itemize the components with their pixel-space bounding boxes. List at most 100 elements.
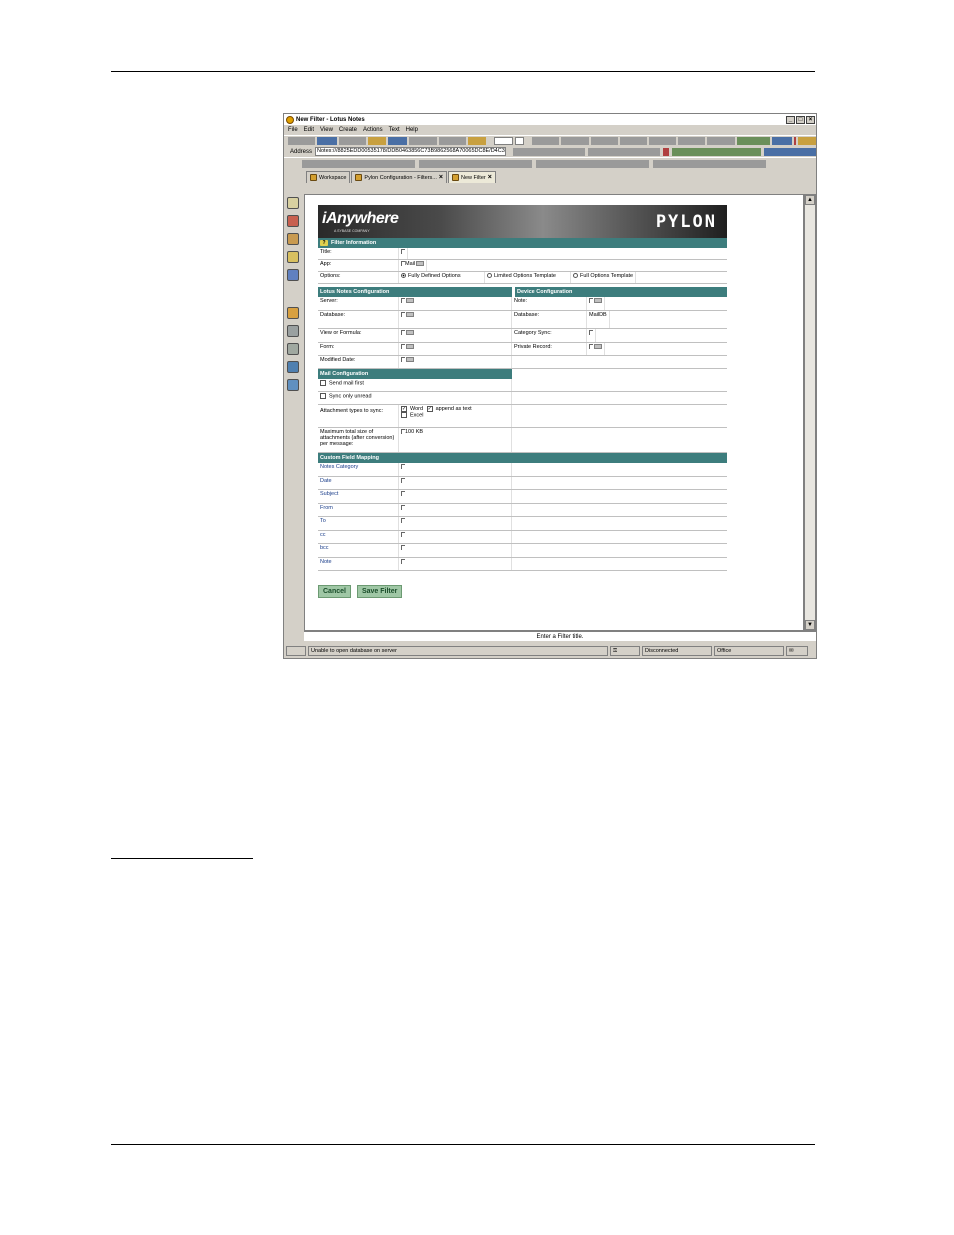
bullets-icon[interactable] xyxy=(649,137,677,145)
minimize-button[interactable]: _ xyxy=(786,115,795,124)
mapping-date[interactable]: Date xyxy=(318,476,399,489)
tab-pylon-configuration[interactable]: Pylon Configuration - Filters... × xyxy=(351,171,447,183)
mapping-field[interactable] xyxy=(399,557,512,570)
spellcheck-icon[interactable] xyxy=(793,137,797,145)
mail-bookmark-icon[interactable] xyxy=(287,197,299,209)
mapping-field[interactable] xyxy=(399,530,512,543)
numbering-icon[interactable] xyxy=(678,137,706,145)
menu-help[interactable]: Help xyxy=(406,127,418,133)
scroll-up-icon[interactable]: ▲ xyxy=(805,195,815,205)
mapping-field[interactable] xyxy=(399,517,512,530)
dropdown-icon[interactable] xyxy=(406,312,414,318)
history-bookmark-icon[interactable] xyxy=(287,361,299,373)
mapping-field[interactable] xyxy=(399,544,512,557)
option-fully-defined[interactable]: Fully Defined Options xyxy=(399,272,485,283)
inbox-icon[interactable]: ✉ xyxy=(786,645,808,656)
dropdown-icon[interactable] xyxy=(406,330,414,336)
dropdown-icon[interactable] xyxy=(406,298,414,304)
paste-icon[interactable] xyxy=(467,137,486,145)
mapping-note[interactable]: Note xyxy=(318,557,399,570)
max-size-field[interactable]: 100 KB xyxy=(399,428,512,452)
send-mail-first-checkbox[interactable]: Send mail first xyxy=(318,379,512,391)
menu-view[interactable]: View xyxy=(320,127,333,133)
address-input[interactable]: Notes:///8825EDD00535178/DDB0463856C73B9… xyxy=(315,147,507,156)
mapping-to[interactable]: To xyxy=(318,517,399,530)
attach-icon[interactable] xyxy=(367,137,386,145)
scroll-down-icon[interactable]: ▼ xyxy=(805,620,815,630)
append-as-text-checkbox[interactable]: ✓ append as text xyxy=(426,406,472,412)
mapping-from[interactable]: From xyxy=(318,503,399,516)
category-sync-field[interactable] xyxy=(587,329,596,342)
menu-actions[interactable]: Actions xyxy=(363,127,383,133)
mapping-subject[interactable]: Subject xyxy=(318,490,399,503)
server-field[interactable] xyxy=(399,297,512,310)
back-icon[interactable] xyxy=(513,147,586,156)
app-field[interactable]: Mail xyxy=(399,260,428,271)
menu-edit[interactable]: Edit xyxy=(304,127,314,133)
dropdown-icon[interactable] xyxy=(594,344,602,350)
bold-icon[interactable] xyxy=(532,137,560,145)
vertical-scrollbar[interactable]: ▲ ▼ xyxy=(804,194,816,631)
action-icon-3[interactable] xyxy=(536,159,649,168)
internet-bookmark-icon[interactable] xyxy=(287,379,299,391)
more-bookmarks-icon[interactable] xyxy=(287,343,299,355)
save-icon[interactable] xyxy=(317,137,337,145)
maximize-button[interactable]: □ xyxy=(796,115,805,124)
excel-checkbox[interactable]: Excel xyxy=(401,412,509,419)
status-text[interactable]: Unable to open database on server xyxy=(308,645,608,656)
mapping-cc[interactable]: cc xyxy=(318,530,399,543)
close-tab-icon[interactable]: × xyxy=(439,174,443,181)
todo-bookmark-icon[interactable] xyxy=(287,251,299,263)
forward-icon[interactable] xyxy=(588,147,661,156)
mapping-field[interactable] xyxy=(399,476,512,489)
title-field[interactable] xyxy=(399,248,408,259)
form-field[interactable] xyxy=(399,343,512,355)
font-combo[interactable] xyxy=(493,137,514,145)
dropdown-icon[interactable] xyxy=(406,344,414,350)
new-icon[interactable] xyxy=(288,137,316,145)
databases-bookmark-icon[interactable] xyxy=(287,325,299,337)
help-icon[interactable]: ? xyxy=(320,240,328,246)
action-icon-2[interactable] xyxy=(419,159,532,168)
print-icon[interactable] xyxy=(338,137,366,145)
cut-icon[interactable] xyxy=(409,137,437,145)
indent-icon[interactable] xyxy=(707,137,735,145)
mapping-field[interactable] xyxy=(399,490,512,503)
italic-icon[interactable] xyxy=(561,137,589,145)
option-full-template[interactable]: Full Options Template xyxy=(571,272,637,283)
search-icon[interactable] xyxy=(764,147,817,156)
save-filter-button[interactable]: Save Filter xyxy=(356,585,403,598)
mapping-field[interactable] xyxy=(399,463,512,476)
modified-date-field[interactable] xyxy=(399,356,512,368)
align-center-icon[interactable] xyxy=(619,137,648,145)
option-limited-template[interactable]: Limited Options Template xyxy=(485,272,571,283)
size-combo[interactable] xyxy=(515,137,525,145)
tab-new-filter[interactable]: New Filter × xyxy=(447,171,496,183)
favorites-bookmark-icon[interactable] xyxy=(287,307,299,319)
mapping-bcc[interactable]: bcc xyxy=(318,544,399,557)
mapping-notes-category[interactable]: Notes Category xyxy=(318,463,399,476)
menu-create[interactable]: Create xyxy=(339,127,357,133)
note-field[interactable] xyxy=(587,297,605,310)
properties-icon[interactable] xyxy=(798,137,817,145)
close-button[interactable]: × xyxy=(806,115,815,124)
close-tab-icon[interactable]: × xyxy=(488,174,492,181)
view-formula-field[interactable] xyxy=(399,329,512,342)
stop-icon[interactable] xyxy=(663,147,670,156)
location-status[interactable]: Office xyxy=(714,645,784,656)
connection-status[interactable]: Disconnected xyxy=(642,645,712,656)
tab-workspace[interactable]: Workspace xyxy=(306,171,351,183)
mapping-field[interactable] xyxy=(399,503,512,516)
database-field[interactable] xyxy=(399,311,512,328)
dropdown-icon[interactable] xyxy=(406,357,414,363)
address-book-bookmark-icon[interactable] xyxy=(287,233,299,245)
replicator-bookmark-icon[interactable] xyxy=(287,269,299,281)
table-icon[interactable] xyxy=(736,137,771,145)
calendar-bookmark-icon[interactable] xyxy=(287,215,299,227)
copy-icon[interactable] xyxy=(438,137,466,145)
sync-only-unread-checkbox[interactable]: Sync only unread xyxy=(318,392,512,404)
action-icon-1[interactable] xyxy=(302,159,415,168)
key-icon[interactable]: ⚿ xyxy=(610,645,640,656)
dropdown-icon[interactable] xyxy=(416,261,425,267)
refresh-icon[interactable] xyxy=(672,147,762,156)
